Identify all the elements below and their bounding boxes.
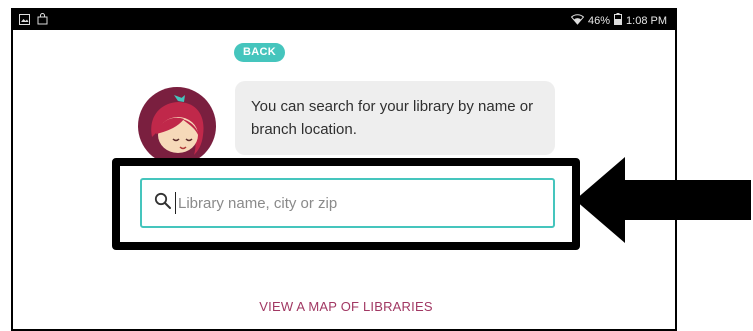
clock-time: 1:08 PM [626, 14, 667, 27]
message-bubble: You can search for your library by name … [235, 81, 555, 155]
shopping-bag-icon [37, 13, 48, 28]
message-text: You can search for your library by name … [251, 98, 534, 138]
back-button[interactable]: BACK [234, 43, 285, 62]
library-search-input[interactable] [175, 192, 540, 214]
view-map-link[interactable]: VIEW A MAP OF LIBRARIES [13, 299, 679, 314]
search-icon [154, 192, 172, 215]
gallery-icon [19, 13, 30, 28]
arrow-pointer-icon [575, 157, 751, 243]
battery-icon [614, 13, 623, 28]
avatar [138, 87, 216, 165]
battery-percent: 46% [588, 14, 611, 27]
library-search-field[interactable] [140, 178, 555, 228]
wifi-icon [570, 13, 585, 28]
status-bar: 46% 1:08 PM [13, 10, 675, 30]
